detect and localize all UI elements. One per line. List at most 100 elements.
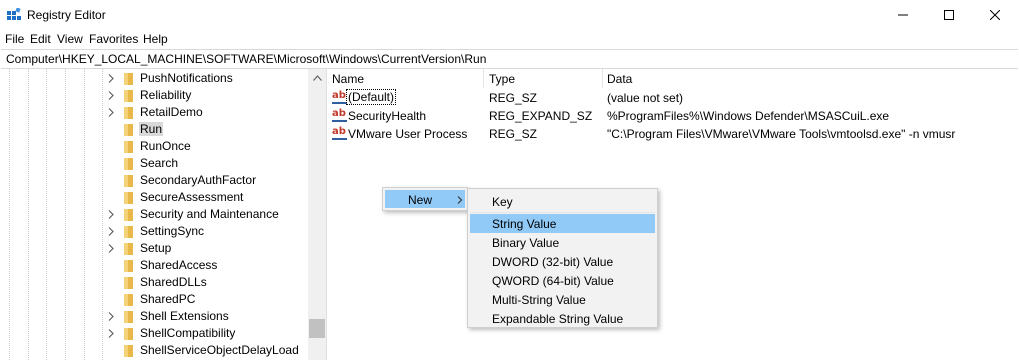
scroll-up-button[interactable]	[308, 69, 326, 86]
menu-help[interactable]: Help	[143, 32, 168, 46]
submenu-item-label: Expandable String Value	[492, 312, 624, 326]
menu-favorites[interactable]: Favorites	[89, 32, 138, 46]
value-row[interactable]: ab SecurityHealth REG_EXPAND_SZ %ProgramFil…	[328, 108, 1019, 125]
tree-item-label: Run	[139, 122, 164, 136]
value-name: SecurityHealth	[348, 109, 427, 123]
minimize-button[interactable]	[880, 0, 926, 30]
maximize-button[interactable]	[926, 0, 972, 30]
folder-icon	[124, 192, 133, 204]
folder-icon	[124, 90, 133, 102]
submenu-item[interactable]: DWORD (32-bit) Value	[470, 252, 655, 271]
value-name: (Default)	[345, 89, 397, 105]
folder-icon	[124, 175, 133, 187]
chevron-right-icon[interactable]	[107, 244, 115, 253]
tree-item-label: SecureAssessment	[140, 190, 244, 204]
menu-edit[interactable]: Edit	[30, 32, 51, 46]
folder-icon	[124, 260, 133, 272]
tree-item[interactable]: Setup	[0, 240, 308, 257]
tree-scrollbar[interactable]	[308, 69, 326, 360]
menu-view[interactable]: View	[57, 32, 83, 46]
tree-item[interactable]: SecureAssessment	[0, 189, 308, 206]
tree-item-label: SharedPC	[140, 292, 196, 306]
address-path[interactable]: Computer\HKEY_LOCAL_MACHINE\SOFTWARE\Mic…	[6, 52, 486, 66]
folder-icon	[124, 124, 133, 136]
chevron-right-icon[interactable]	[107, 108, 115, 117]
tree-item-label: ShellServiceObjectDelayLoad	[140, 343, 299, 357]
menu-bar: File Edit View Favorites Help	[0, 30, 1019, 49]
tree-item[interactable]: RetailDemo	[0, 104, 308, 121]
column-header-data[interactable]: Data	[607, 72, 632, 86]
tree-item-label: SharedDLLs	[140, 275, 207, 289]
chevron-up-icon	[312, 74, 322, 81]
menu-new-item[interactable]: New	[385, 190, 465, 208]
value-row[interactable]: ab (Default) REG_SZ (value not set)	[328, 89, 1019, 107]
submenu-item[interactable]: Binary Value	[470, 233, 655, 252]
address-bar[interactable]: Computer\HKEY_LOCAL_MACHINE\SOFTWARE\Mic…	[1, 49, 1018, 69]
column-divider[interactable]	[602, 69, 603, 88]
chevron-right-icon[interactable]	[107, 210, 115, 219]
folder-icon	[124, 328, 133, 340]
tree-item-label: Security and Maintenance	[140, 207, 279, 221]
string-value-icon: ab	[332, 127, 347, 141]
submenu-item[interactable]: QWORD (64-bit) Value	[470, 271, 655, 290]
minimize-icon	[898, 14, 908, 16]
submenu-item[interactable]: Key	[470, 192, 655, 211]
tree-item[interactable]: SettingSync	[0, 223, 308, 240]
menu-new-label: New	[408, 193, 433, 207]
tree-item[interactable]: Reliability	[0, 87, 308, 104]
column-header-type[interactable]: Type	[489, 72, 515, 86]
value-type: REG_EXPAND_SZ	[489, 109, 593, 123]
close-icon	[990, 10, 1000, 20]
column-divider[interactable]	[483, 69, 484, 88]
tree-item[interactable]: Run	[0, 121, 308, 138]
chevron-right-icon[interactable]	[107, 329, 115, 338]
folder-icon	[124, 141, 133, 153]
folder-icon	[124, 345, 133, 357]
tree-item[interactable]: Search	[0, 155, 308, 172]
chevron-right-icon[interactable]	[107, 312, 115, 321]
new-submenu: Key String Value Binary Value DWORD (32-bit…	[467, 188, 658, 328]
close-button[interactable]	[972, 0, 1018, 30]
tree-item[interactable]: SharedPC	[0, 291, 308, 308]
chevron-right-icon	[457, 196, 463, 204]
menu-file[interactable]: File	[5, 32, 24, 46]
column-header-name[interactable]: Name	[332, 72, 364, 86]
tree-item[interactable]: Shell Extensions	[0, 308, 308, 325]
value-row[interactable]: ab VMware User Process REG_SZ "C:\Program F…	[328, 126, 1019, 143]
scroll-thumb[interactable]	[309, 319, 325, 338]
tree-item-label: Setup	[140, 241, 172, 255]
submenu-item[interactable]: Expandable String Value	[470, 309, 655, 328]
string-value-icon: ab	[332, 109, 347, 123]
submenu-item[interactable]: String Value	[470, 214, 655, 233]
tree-item-label: RetailDemo	[140, 105, 203, 119]
submenu-item-label: DWORD (32-bit) Value	[492, 255, 614, 269]
folder-icon	[124, 107, 133, 119]
tree-item[interactable]: PushNotifications	[0, 70, 308, 87]
value-data: "C:\Program Files\VMware\VMware Tools\vm…	[607, 127, 956, 141]
submenu-item[interactable]: Multi-String Value	[470, 290, 655, 309]
submenu-item-label: Multi-String Value	[492, 293, 586, 307]
submenu-separator	[470, 212, 655, 213]
tree-item-label: SettingSync	[140, 224, 205, 238]
chevron-right-icon[interactable]	[107, 91, 115, 100]
maximize-icon	[944, 10, 954, 20]
tree-item[interactable]: ShellCompatibility	[0, 325, 308, 342]
chevron-right-icon[interactable]	[107, 227, 115, 236]
tree-item-label: Shell Extensions	[140, 309, 229, 323]
tree-item[interactable]: ShellServiceObjectDelayLoad	[0, 342, 308, 359]
tree-item[interactable]: SecondaryAuthFactor	[0, 172, 308, 189]
tree-item-label: PushNotifications	[140, 71, 233, 85]
folder-icon	[124, 277, 133, 289]
chevron-right-icon[interactable]	[107, 74, 115, 83]
tree-item[interactable]: RunOnce	[0, 138, 308, 155]
value-name: VMware User Process	[348, 127, 468, 141]
tree-item[interactable]: SharedDLLs	[0, 274, 308, 291]
string-value-icon: ab	[332, 91, 347, 105]
submenu-item-label: Binary Value	[492, 236, 560, 250]
value-data: (value not set)	[607, 91, 684, 105]
tree-item[interactable]: Security and Maintenance	[0, 206, 308, 223]
submenu-item-label: Key	[492, 195, 513, 209]
tree-item[interactable]: SharedAccess	[0, 257, 308, 274]
registry-editor-icon	[7, 8, 21, 20]
folder-icon	[124, 209, 133, 221]
